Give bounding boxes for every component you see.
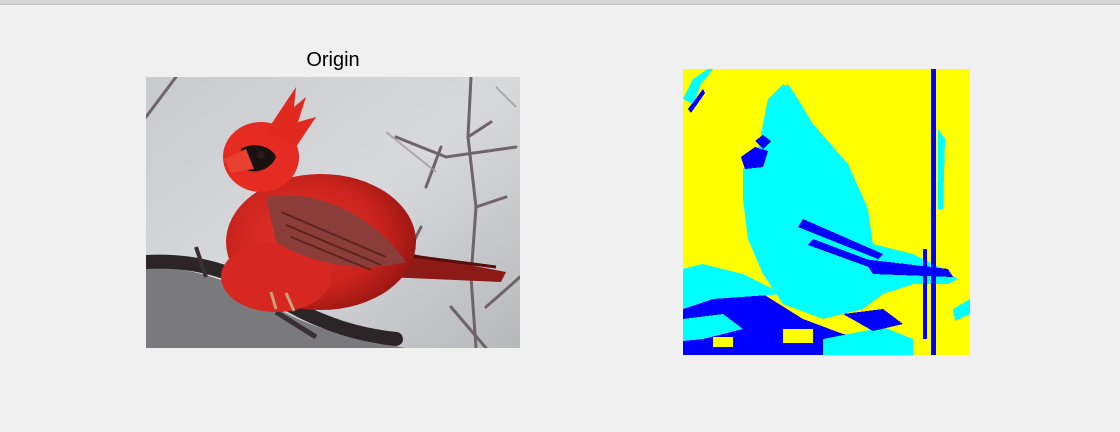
left-axes-title: Origin — [306, 49, 360, 71]
original-image-axes — [146, 77, 520, 348]
figure-window: Origin — [0, 0, 1120, 432]
original-cardinal-image — [146, 77, 520, 348]
segmented-cardinal-image — [683, 69, 970, 355]
segmented-image-axes — [683, 69, 970, 355]
window-top-border — [0, 0, 1120, 5]
